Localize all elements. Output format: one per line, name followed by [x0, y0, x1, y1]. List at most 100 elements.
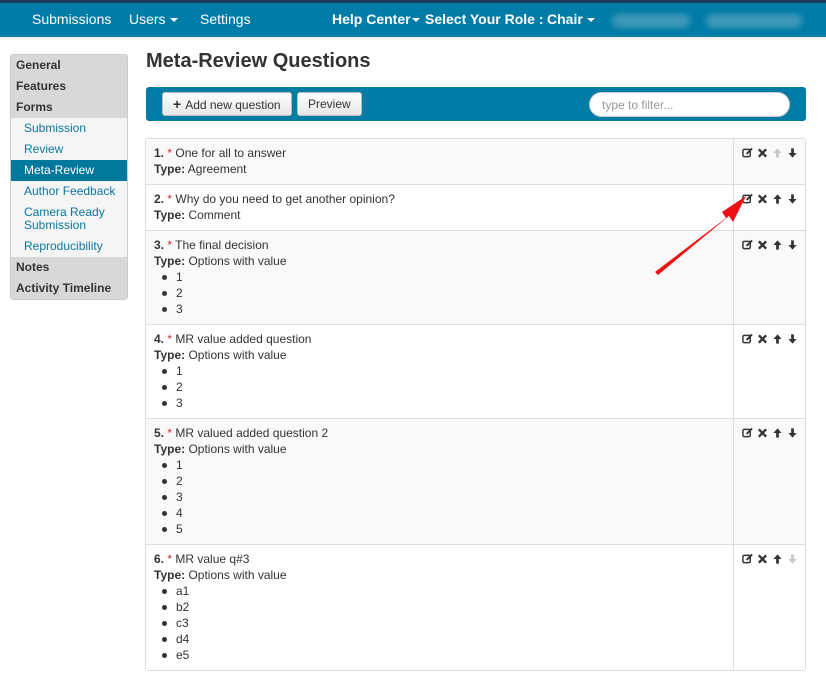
- move-up-icon[interactable]: [772, 239, 783, 251]
- question-options: a1 b2 c3 d4 e5: [154, 583, 725, 663]
- question-actions: [733, 325, 805, 418]
- role-selector[interactable]: Chair: [547, 3, 595, 37]
- move-down-icon[interactable]: [787, 427, 798, 439]
- required-marker: *: [167, 332, 173, 346]
- option-item: 2: [162, 379, 725, 395]
- option-item: 1: [162, 457, 725, 473]
- question-options: 123: [154, 269, 725, 317]
- sidebar-item-general[interactable]: General: [11, 55, 127, 76]
- caret-down-icon: [586, 18, 595, 23]
- sidebar-link-meta-review[interactable]: Meta-Review: [11, 160, 127, 181]
- option-item: 5: [162, 521, 725, 537]
- question-text: One for all to answer: [175, 146, 287, 160]
- move-up-icon[interactable]: [772, 193, 783, 205]
- question-actions: [733, 139, 805, 184]
- option-item: 1: [162, 269, 725, 285]
- question-cell: 4. * MR value added question Type: Optio…: [146, 325, 733, 418]
- move-up-icon: [772, 147, 783, 159]
- sidebar-forms-submenu: Submission Review Meta-Review Author Fee…: [11, 118, 127, 257]
- preview-button[interactable]: Preview: [297, 92, 362, 116]
- sidebar-item-forms[interactable]: Forms: [11, 97, 127, 118]
- question-number: 3.: [154, 238, 165, 252]
- filter-input[interactable]: [589, 92, 790, 117]
- question-title: 3. * The final decision: [154, 237, 725, 253]
- question-type: Type: Options with value: [154, 253, 725, 269]
- nav-submissions[interactable]: Submissions: [32, 3, 111, 37]
- move-up-icon[interactable]: [772, 553, 783, 565]
- nav-users[interactable]: Users: [129, 3, 178, 37]
- question-title: 5. * MR valued added question 2: [154, 425, 725, 441]
- question-text: Why do you need to get another opinion?: [175, 192, 395, 206]
- edit-icon[interactable]: [742, 239, 753, 251]
- redacted-user-menu[interactable]: [706, 14, 802, 28]
- move-down-icon[interactable]: [787, 333, 798, 345]
- sidebar-item-notes[interactable]: Notes: [11, 257, 127, 278]
- caret-down-icon: [411, 18, 420, 23]
- question-text: MR value added question: [175, 332, 312, 346]
- question-options: 123: [154, 363, 725, 411]
- question-title: 2. * Why do you need to get another opin…: [154, 191, 725, 207]
- delete-icon[interactable]: [757, 193, 768, 205]
- option-item: e5: [162, 647, 725, 663]
- question-number: 5.: [154, 426, 165, 440]
- required-marker: *: [167, 426, 173, 440]
- question-type: Type: Agreement: [154, 161, 725, 177]
- question-options: 12345: [154, 457, 725, 537]
- edit-icon[interactable]: [742, 147, 753, 159]
- question-actions: [733, 231, 805, 324]
- question-type: Type: Options with value: [154, 347, 725, 363]
- type-value: Options with value: [188, 254, 287, 268]
- type-value: Options with value: [188, 568, 287, 582]
- delete-icon[interactable]: [757, 239, 768, 251]
- delete-icon[interactable]: [757, 333, 768, 345]
- caret-down-icon: [169, 18, 178, 23]
- type-label: Type:: [154, 348, 186, 362]
- add-question-button[interactable]: + Add new question: [162, 92, 292, 116]
- edit-icon[interactable]: [742, 333, 753, 345]
- move-down-icon[interactable]: [787, 193, 798, 205]
- sidebar-link-camera-ready[interactable]: Camera Ready Submission: [11, 202, 127, 236]
- role-label: Select Your Role :: [425, 3, 544, 37]
- sidebar-link-submission[interactable]: Submission: [11, 118, 127, 139]
- edit-icon[interactable]: [742, 553, 753, 565]
- navbar: Submissions Users Settings Help Center S…: [0, 3, 826, 37]
- question-number: 6.: [154, 552, 165, 566]
- move-up-icon[interactable]: [772, 333, 783, 345]
- option-item: 2: [162, 285, 725, 301]
- question-text: MR value q#3: [175, 552, 250, 566]
- question-row: 3. * The final decision Type: Options wi…: [146, 230, 805, 324]
- option-item: 2: [162, 473, 725, 489]
- type-label: Type:: [154, 442, 186, 456]
- delete-icon[interactable]: [757, 427, 768, 439]
- question-actions: [733, 419, 805, 544]
- question-row: 5. * MR valued added question 2 Type: Op…: [146, 418, 805, 544]
- delete-icon[interactable]: [757, 553, 768, 565]
- plus-icon: +: [173, 96, 182, 112]
- option-item: b2: [162, 599, 725, 615]
- sidebar-item-features[interactable]: Features: [11, 76, 127, 97]
- sidebar-item-activity-timeline[interactable]: Activity Timeline: [11, 278, 127, 299]
- sidebar-link-reproducibility[interactable]: Reproducibility: [11, 236, 127, 257]
- type-label: Type:: [154, 254, 186, 268]
- edit-icon[interactable]: [742, 427, 753, 439]
- question-text: The final decision: [175, 238, 269, 252]
- question-type: Type: Options with value: [154, 441, 725, 457]
- option-item: 4: [162, 505, 725, 521]
- move-down-icon[interactable]: [787, 147, 798, 159]
- type-label: Type:: [154, 208, 186, 222]
- nav-submissions-label: Submissions: [32, 11, 112, 27]
- move-up-icon[interactable]: [772, 427, 783, 439]
- question-actions: [733, 545, 805, 670]
- nav-help-center[interactable]: Help Center: [332, 3, 420, 37]
- nav-settings-label: Settings: [200, 11, 251, 27]
- option-item: 1: [162, 363, 725, 379]
- sidebar-link-review[interactable]: Review: [11, 139, 127, 160]
- question-cell: 1. * One for all to answer Type: Agreeme…: [146, 139, 733, 184]
- help-center-label: Help Center: [332, 11, 411, 27]
- sidebar-link-author-feedback[interactable]: Author Feedback: [11, 181, 127, 202]
- delete-icon[interactable]: [757, 147, 768, 159]
- move-down-icon[interactable]: [787, 239, 798, 251]
- edit-icon[interactable]: [742, 193, 753, 205]
- option-item: a1: [162, 583, 725, 599]
- nav-settings[interactable]: Settings: [200, 3, 251, 37]
